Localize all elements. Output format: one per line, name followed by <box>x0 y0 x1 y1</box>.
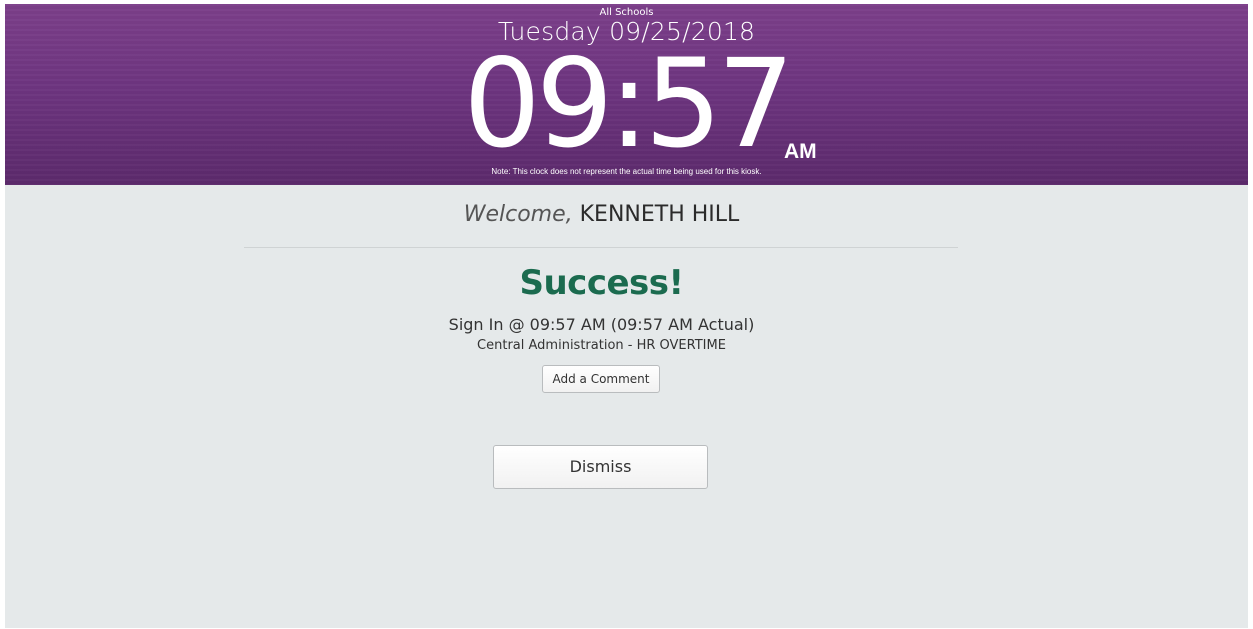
kiosk-screen: All Schools Tuesday 09/25/2018 09:57 AM … <box>5 4 1248 628</box>
clock-header: All Schools Tuesday 09/25/2018 09:57 AM … <box>5 4 1248 185</box>
clock-time: 09:57 <box>463 33 795 175</box>
welcome-message: Welcome, KENNETH HILL <box>5 202 1198 227</box>
divider <box>244 247 958 248</box>
success-heading: Success! <box>519 263 684 303</box>
add-comment-button[interactable]: Add a Comment <box>542 365 660 393</box>
clock-note: Note: This clock does not represent the … <box>491 167 762 176</box>
clock-ampm: AM <box>784 140 817 163</box>
dismiss-button[interactable]: Dismiss <box>493 445 708 489</box>
sign-in-location: Central Administration - HR OVERTIME <box>477 338 726 353</box>
employee-name: KENNETH HILL <box>579 202 740 227</box>
welcome-greeting: Welcome, <box>463 202 573 227</box>
sign-in-detail: Sign In @ 09:57 AM (09:57 AM Actual) <box>448 315 755 334</box>
